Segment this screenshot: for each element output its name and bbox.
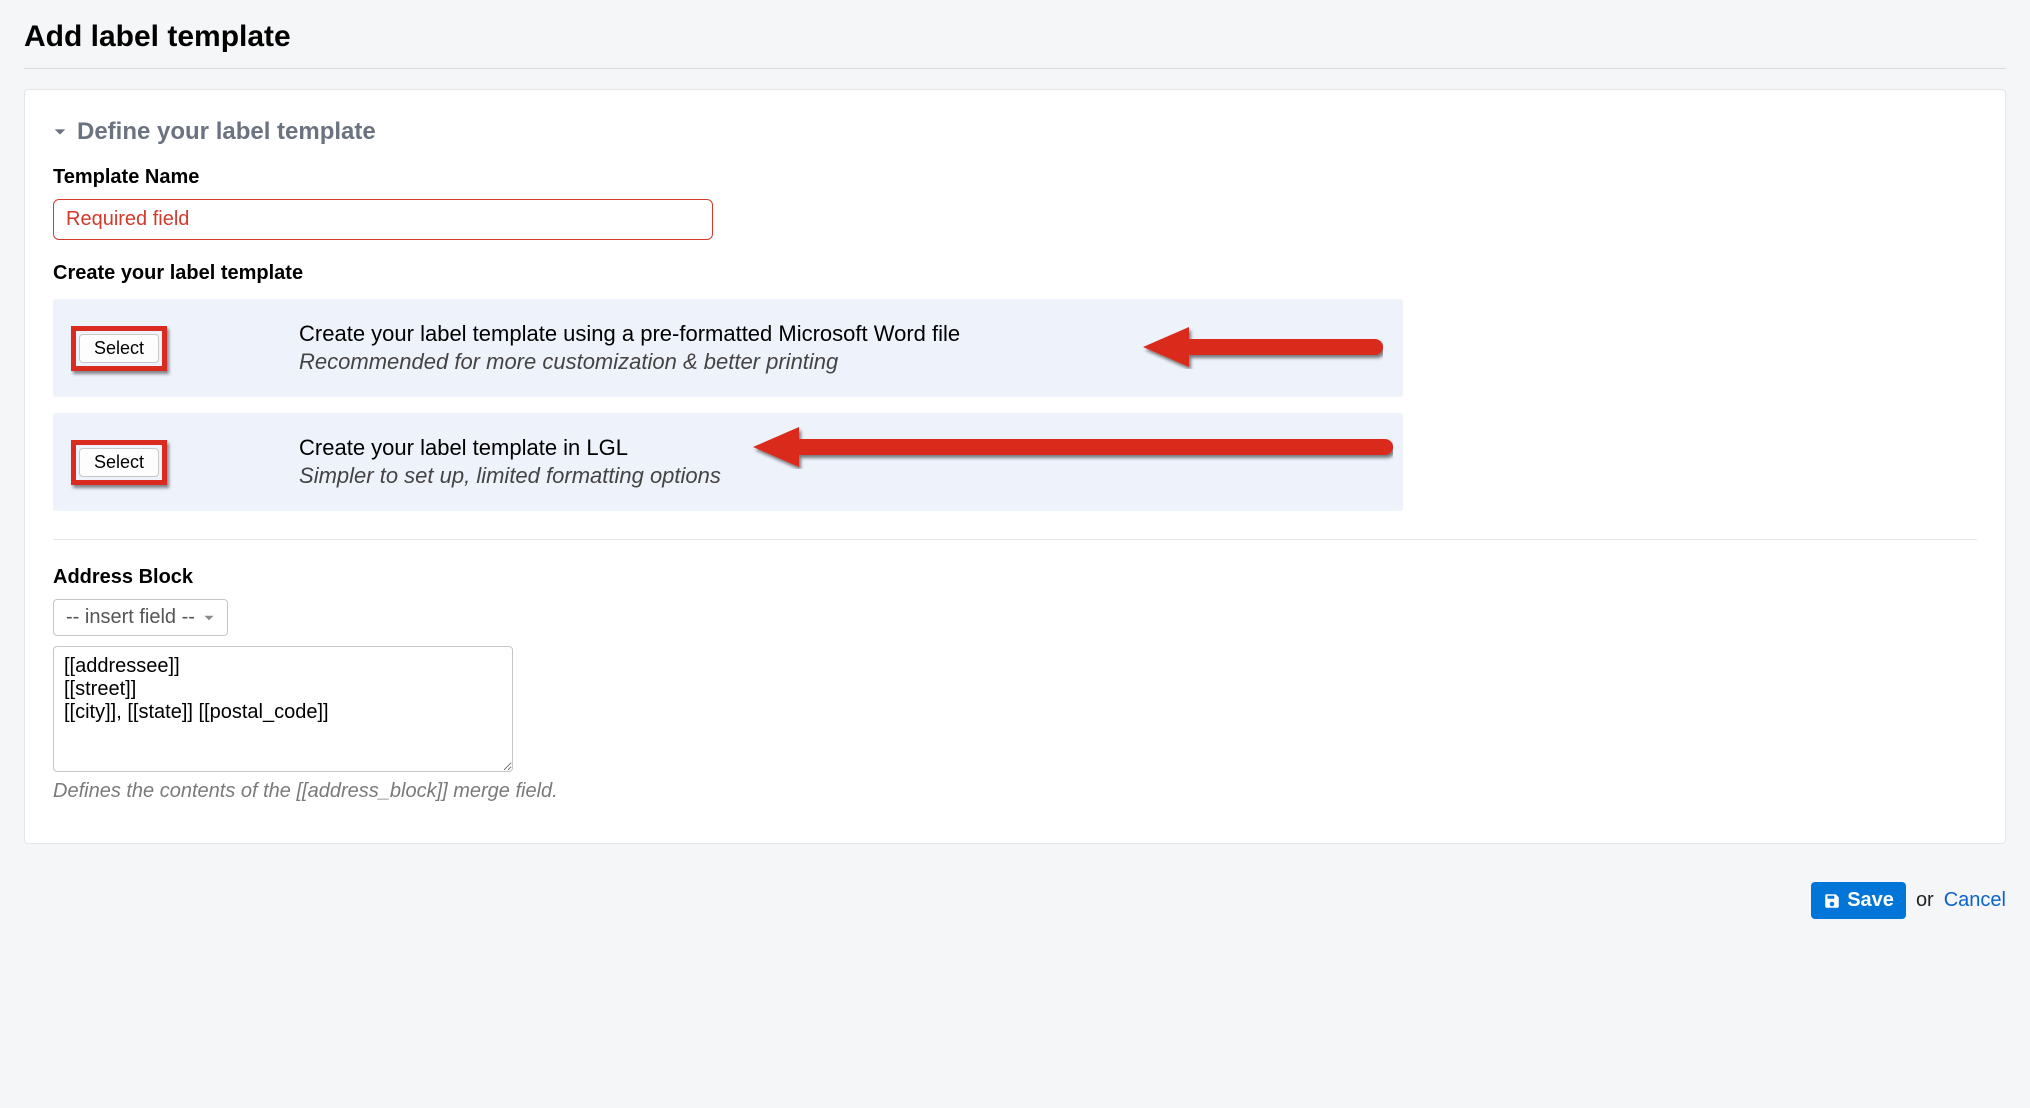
- page-title: Add label template: [24, 20, 2006, 54]
- section-header[interactable]: Define your label template: [53, 118, 1977, 146]
- footer: Save or Cancel: [0, 864, 2030, 943]
- title-divider: [24, 68, 2006, 69]
- insert-field-dropdown[interactable]: -- insert field --: [53, 599, 228, 636]
- option-word-file: Select Create your label template using …: [53, 299, 1403, 397]
- select-word-button[interactable]: Select: [79, 334, 159, 363]
- save-button[interactable]: Save: [1811, 882, 1906, 919]
- save-label: Save: [1847, 889, 1894, 912]
- option-lgl-primary: Create your label template in LGL: [299, 435, 721, 461]
- select-lgl-button[interactable]: Select: [79, 448, 159, 477]
- template-name-input[interactable]: [53, 199, 713, 240]
- option-lgl-secondary: Simpler to set up, limited formatting op…: [299, 463, 721, 489]
- section-title: Define your label template: [77, 118, 376, 146]
- create-heading: Create your label template: [53, 262, 1977, 285]
- address-block-label: Address Block: [53, 566, 1977, 589]
- caret-down-icon: [203, 612, 215, 624]
- option-lgl: Select Create your label template in LGL…: [53, 413, 1403, 511]
- save-icon: [1823, 892, 1841, 910]
- arrow-icon: [1143, 325, 1383, 369]
- main-panel: Define your label template Template Name…: [24, 89, 2006, 844]
- or-text: or: [1916, 889, 1934, 912]
- option-word-primary: Create your label template using a pre-f…: [299, 321, 960, 347]
- arrow-icon: [753, 425, 1393, 469]
- cancel-link[interactable]: Cancel: [1944, 889, 2006, 912]
- chevron-down-icon: [53, 125, 67, 139]
- insert-field-dropdown-label: -- insert field --: [66, 606, 195, 629]
- address-block-textarea[interactable]: [53, 646, 513, 772]
- template-name-label: Template Name: [53, 166, 1977, 189]
- inner-divider: [53, 539, 1977, 540]
- option-word-secondary: Recommended for more customization & bet…: [299, 349, 960, 375]
- address-block-helper: Defines the contents of the [[address_bl…: [53, 780, 1977, 803]
